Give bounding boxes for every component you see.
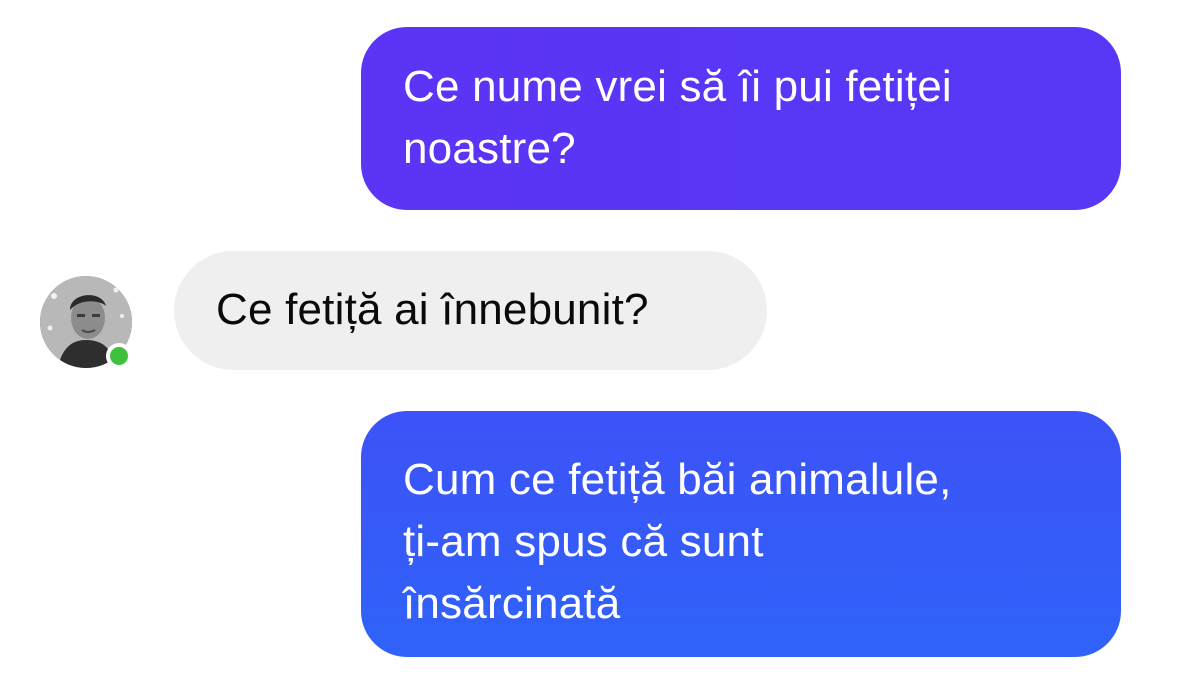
message-text-line: însărcinată xyxy=(403,579,621,628)
message-text-line: Ce nume vrei să îi pui fetiței xyxy=(403,62,952,111)
message-text-line: Cum ce fetiță băi animalule, xyxy=(403,455,952,504)
message-text-line: noastre? xyxy=(403,124,576,173)
online-status-indicator xyxy=(106,343,132,369)
message-text-line: ți-am spus că sunt xyxy=(403,517,764,566)
outgoing-message-bubble[interactable]: Ce nume vrei să îi pui fetiței noastre? xyxy=(361,27,1121,210)
outgoing-message-bubble[interactable]: Cum ce fetiță băi animalule, ți-am spus … xyxy=(361,411,1121,657)
chat-thread: Ce nume vrei să îi pui fetiței noastre? … xyxy=(0,0,1200,686)
message-text-line: Ce fetiță ai înnebunit? xyxy=(216,285,649,334)
incoming-message-bubble[interactable]: Ce fetiță ai înnebunit? xyxy=(174,251,767,370)
